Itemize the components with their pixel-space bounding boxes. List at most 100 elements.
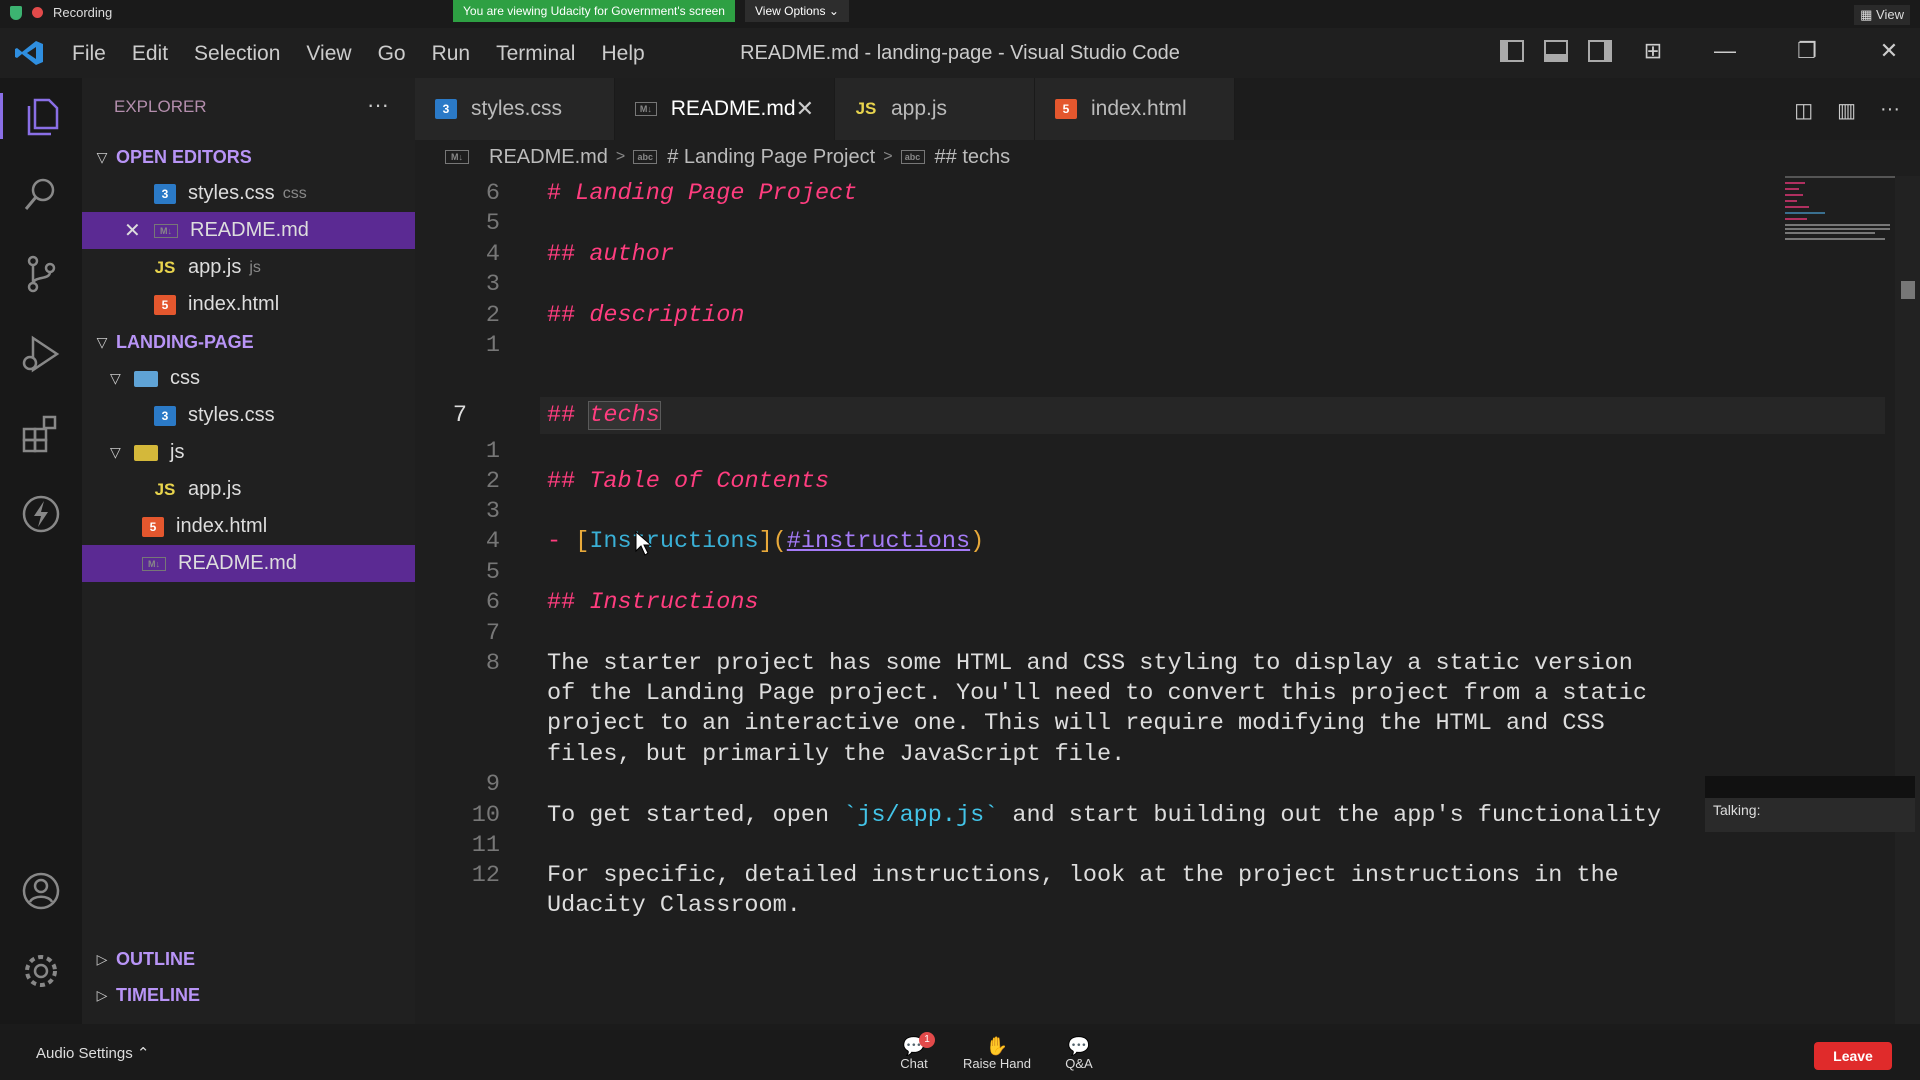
- tree-file[interactable]: 3 styles.css: [82, 397, 415, 434]
- vertical-scrollbar[interactable]: [1895, 176, 1920, 1024]
- menu-edit[interactable]: Edit: [132, 42, 168, 66]
- minimize-icon[interactable]: —: [1714, 40, 1736, 62]
- tree-file-selected[interactable]: M↓ README.md: [82, 545, 415, 582]
- recording-label: Recording: [53, 5, 113, 20]
- explorer-icon[interactable]: [0, 93, 82, 139]
- raise-hand-button[interactable]: ✋ Raise Hand: [962, 1036, 1032, 1071]
- view-options-button[interactable]: View Options ⌄: [745, 0, 849, 22]
- file-label: index.html: [188, 293, 280, 315]
- line-number: 9: [485, 771, 500, 798]
- menu-help[interactable]: Help: [601, 42, 644, 66]
- heading-symbol-icon: abc: [633, 150, 658, 164]
- hand-icon: ✋: [985, 1036, 1009, 1056]
- link-text: Instructions: [589, 528, 759, 555]
- current-line-highlight: [540, 397, 1885, 434]
- code-line: ## Instructions: [547, 589, 759, 616]
- code-line: ## author: [547, 241, 674, 268]
- line-number: 2: [485, 302, 500, 329]
- menu-go[interactable]: Go: [378, 42, 406, 66]
- tree-file[interactable]: 5 index.html: [82, 508, 415, 545]
- more-actions-icon[interactable]: ···: [1880, 98, 1900, 123]
- outline-section[interactable]: ▷ OUTLINE: [82, 942, 415, 976]
- title-bar: File Edit Selection View Go Run Terminal…: [0, 28, 1920, 78]
- tab-index-html[interactable]: 5 index.html: [1035, 78, 1235, 140]
- chat-button[interactable]: 💬 1 Chat: [879, 1032, 949, 1071]
- tree-folder-js[interactable]: ▽ js: [82, 434, 415, 471]
- tab-readme-md[interactable]: M↓ README.md ✕: [615, 78, 835, 140]
- open-preview-icon[interactable]: ◫: [1794, 98, 1813, 123]
- audio-settings-button[interactable]: Audio Settings ⌃: [36, 1044, 149, 1062]
- tree-folder-css[interactable]: ▽ css: [82, 360, 415, 397]
- tab-label: app.js: [891, 97, 948, 120]
- source-control-icon[interactable]: [18, 251, 64, 297]
- toggle-primary-sidebar-icon[interactable]: [1500, 40, 1524, 62]
- code-line: ## techs: [547, 401, 661, 430]
- breadcrumb-item[interactable]: # Landing Page Project: [667, 146, 875, 169]
- file-label: app.js: [188, 478, 242, 500]
- restore-icon[interactable]: ❐: [1796, 40, 1818, 62]
- more-actions-icon[interactable]: ···: [367, 92, 389, 118]
- menu-file[interactable]: File: [72, 42, 106, 66]
- code-editor[interactable]: 6 5 4 3 2 1 7 1 2 3 4 5 6 7 8 9 10 11 12…: [415, 176, 1895, 1024]
- css-file-icon: 3: [435, 99, 457, 119]
- css-folder-icon: [134, 370, 158, 387]
- leave-button[interactable]: Leave: [1814, 1042, 1892, 1070]
- link-url[interactable]: #instructions: [787, 528, 970, 555]
- line-number: 6: [485, 180, 500, 207]
- close-tab-icon[interactable]: ✕: [796, 96, 814, 122]
- heading-text: Landing Page Project: [575, 180, 858, 207]
- minimap[interactable]: [1785, 176, 1895, 246]
- timeline-section[interactable]: ▷ TIMELINE: [82, 978, 415, 1012]
- split-editor-icon[interactable]: ▥: [1837, 98, 1856, 123]
- html-file-icon: 5: [1055, 99, 1077, 119]
- scrollbar-thumb[interactable]: [1901, 281, 1915, 299]
- inline-code: `js/app.js`: [843, 802, 999, 829]
- tab-styles-css[interactable]: 3 styles.css: [415, 78, 615, 140]
- menu-view[interactable]: View: [306, 42, 351, 66]
- account-icon[interactable]: [18, 868, 64, 914]
- extensions-icon[interactable]: [18, 411, 64, 457]
- breadcrumb-item[interactable]: ## techs: [935, 146, 1011, 169]
- settings-gear-icon[interactable]: [18, 948, 64, 994]
- code-line: ## description: [547, 302, 745, 329]
- tree-file[interactable]: JS app.js: [82, 471, 415, 508]
- search-icon[interactable]: [18, 171, 64, 217]
- lightning-icon[interactable]: [18, 491, 64, 537]
- close-window-icon[interactable]: ✕: [1878, 40, 1900, 62]
- qa-button[interactable]: 💬 Q&A: [1044, 1036, 1114, 1071]
- video-overlay: Talking:: [1705, 776, 1915, 832]
- mouse-cursor-icon: [635, 531, 653, 556]
- toggle-secondary-sidebar-icon[interactable]: [1588, 40, 1612, 62]
- line-number: 5: [485, 559, 500, 586]
- run-debug-icon[interactable]: [18, 331, 64, 377]
- line-number: 6: [485, 589, 500, 616]
- paragraph-line: project to an interactive one. This will…: [547, 710, 1605, 737]
- close-icon[interactable]: ✕: [124, 218, 154, 243]
- audio-settings-label: Audio Settings: [36, 1045, 133, 1062]
- line-number: 5: [485, 210, 500, 237]
- chat-icon: 💬: [902, 1036, 926, 1056]
- paragraph-line: files, but primarily the JavaScript file…: [547, 741, 1126, 768]
- tab-app-js[interactable]: JS app.js: [835, 78, 1035, 140]
- vscode-logo-icon: [15, 41, 43, 65]
- menu-run[interactable]: Run: [432, 42, 471, 66]
- breadcrumb-item[interactable]: README.md: [489, 146, 608, 169]
- paragraph-line: To get started, open `js/app.js` and sta…: [547, 802, 1661, 829]
- menu-terminal[interactable]: Terminal: [496, 42, 575, 66]
- menu-selection[interactable]: Selection: [194, 42, 280, 66]
- overlay-controls[interactable]: [1705, 776, 1915, 798]
- open-editor-item[interactable]: JS app.js js: [82, 249, 415, 286]
- markdown-file-icon: M↓: [154, 223, 178, 238]
- html-file-icon: 5: [154, 294, 176, 315]
- recording-dot-icon: [32, 7, 43, 18]
- paragraph-line: of the Landing Page project. You'll need…: [547, 680, 1647, 707]
- customize-layout-icon[interactable]: ⊞: [1642, 40, 1664, 62]
- landing-page-section[interactable]: ▽ LANDING-PAGE: [82, 325, 415, 359]
- open-editors-section[interactable]: ▽ OPEN EDITORS: [82, 140, 415, 174]
- open-editor-item[interactable]: 3 styles.css css: [82, 175, 415, 212]
- toggle-panel-icon[interactable]: [1544, 40, 1568, 62]
- open-editor-item[interactable]: 5 index.html: [82, 286, 415, 323]
- open-editor-item[interactable]: ✕ M↓ README.md: [82, 212, 415, 249]
- text-segment: To get started, open: [547, 802, 844, 829]
- view-button[interactable]: ▦ View: [1854, 5, 1910, 25]
